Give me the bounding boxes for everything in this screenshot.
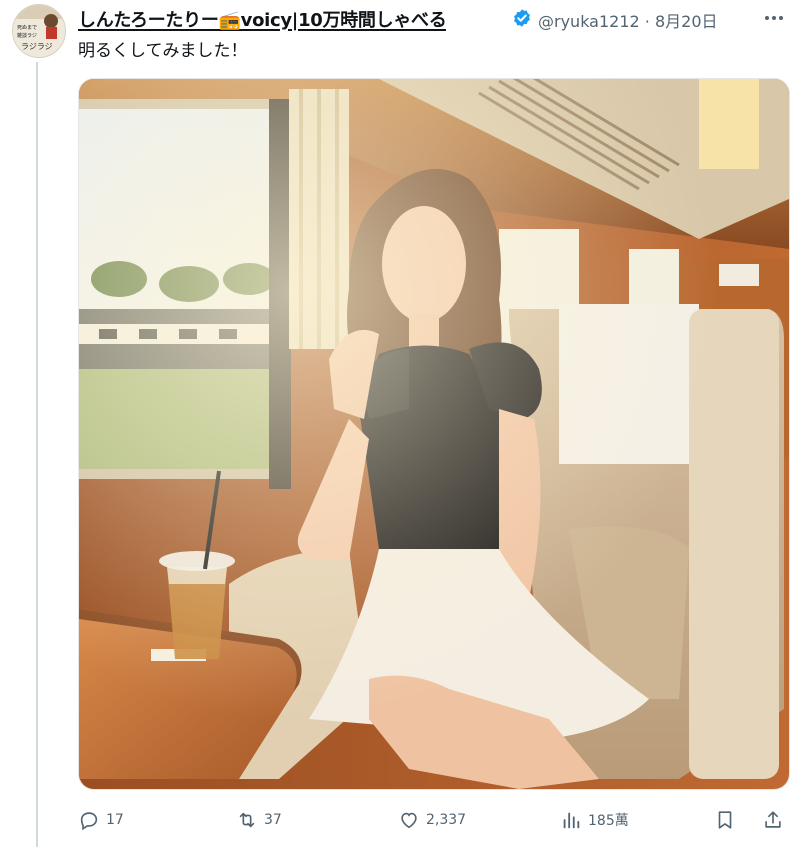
tweet-text: 明るくしてみました！ <box>78 41 248 61</box>
train-woman-photo <box>79 79 789 789</box>
display-name[interactable]: しんたろーたりー📻voicy|10万時間しゃべる <box>78 6 446 32</box>
thread-connector <box>36 62 38 847</box>
retweet-button[interactable]: 37 <box>236 806 282 834</box>
handle[interactable]: @ryuka1212 <box>538 12 640 31</box>
views-button[interactable]: 185萬 <box>560 806 629 834</box>
avatar-line-1: 死ぬまで <box>17 25 37 31</box>
views-count: 185萬 <box>588 813 629 829</box>
timestamp[interactable]: 8月20日 <box>655 12 718 31</box>
more-horizontal-icon[interactable] <box>762 6 786 30</box>
tweet-photo[interactable] <box>78 78 790 790</box>
avatar-image: 死ぬまで 雑談ラジ ラジラジ <box>13 5 65 57</box>
bookmark-icon <box>718 811 732 829</box>
like-count: 2,337 <box>426 812 467 828</box>
avatar-line-2: 雑談ラジ <box>17 32 37 39</box>
separator: · <box>644 12 650 31</box>
reply-icon <box>80 812 98 831</box>
reply-button[interactable]: 17 <box>78 806 124 834</box>
bookmark-button[interactable] <box>714 806 736 834</box>
avatar[interactable]: 死ぬまで 雑談ラジ ラジラジ <box>12 4 66 58</box>
reply-count: 17 <box>106 812 124 828</box>
analytics-icon <box>563 812 580 829</box>
retweet-icon <box>239 812 255 828</box>
like-button[interactable]: 2,337 <box>398 806 466 834</box>
tweet-header: しんたろーたりー📻voicy|10万時間しゃべる @ryuka1212 · 8月… <box>78 6 788 32</box>
verified-badge-icon <box>512 8 532 28</box>
heart-icon <box>401 812 417 829</box>
share-icon <box>765 811 781 828</box>
handle-and-date: @ryuka1212 · 8月20日 <box>538 8 718 32</box>
tweet-actions: 17 37 2,337 185萬 <box>78 806 788 834</box>
share-button[interactable] <box>762 806 784 834</box>
retweet-count: 37 <box>264 812 282 828</box>
avatar-line-3: ラジラジ <box>21 42 53 51</box>
